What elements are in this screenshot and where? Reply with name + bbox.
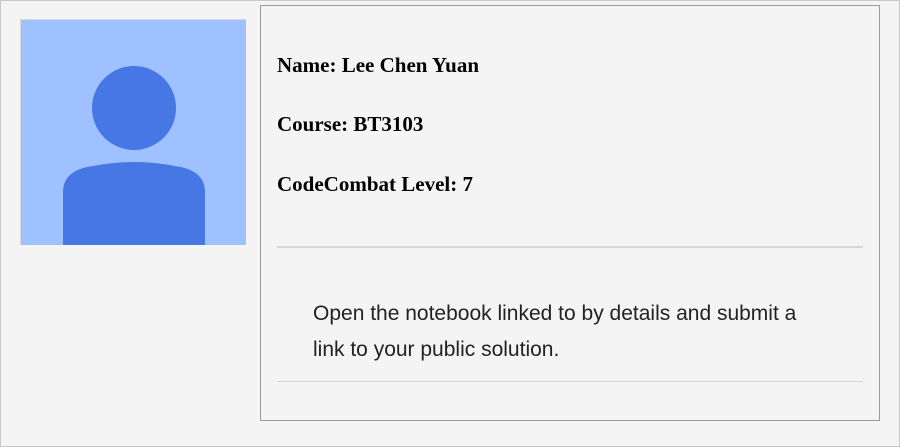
profile-level: CodeCombat Level: 7 xyxy=(277,172,473,196)
divider xyxy=(277,381,863,382)
assignment-scroll-panel[interactable]: Open the notebook linked to by details a… xyxy=(277,234,878,419)
profile-name: Name: Lee Chen Yuan xyxy=(277,53,480,77)
profile-course: Course: BT3103 xyxy=(277,112,424,136)
page-frame: Name: Lee Chen Yuan Course: BT3103 CodeC… xyxy=(0,0,900,447)
divider xyxy=(277,246,863,248)
profile-card: Name: Lee Chen Yuan Course: BT3103 CodeC… xyxy=(260,5,880,421)
assignment-message: Open the notebook linked to by details a… xyxy=(313,302,797,361)
person-placeholder-icon xyxy=(63,66,205,245)
avatar xyxy=(20,19,246,245)
